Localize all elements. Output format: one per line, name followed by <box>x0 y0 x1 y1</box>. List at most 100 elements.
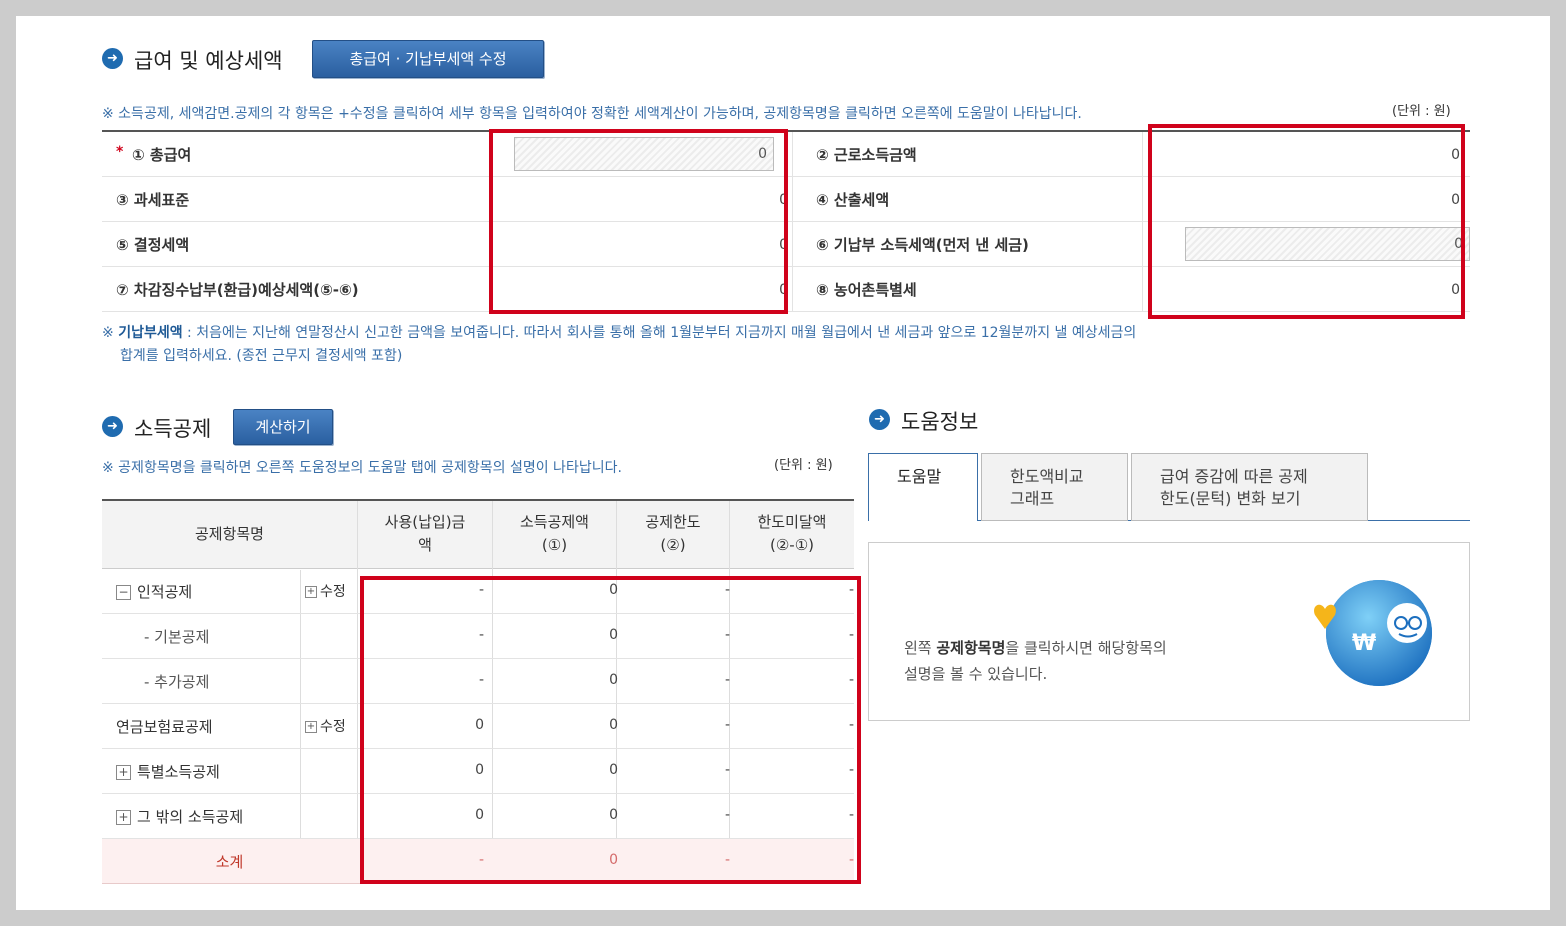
page: ➜ 급여 및 예상세액 총급여 · 기납부세액 수정 ※ 소득공제, 세액감면.… <box>16 16 1550 910</box>
prepaid-tax-label[interactable]: ⑥ 기납부 소득세액(먼저 낸 세금) <box>816 234 1029 255</box>
col-header-under: 한도미달액 (②-①) <box>730 511 854 557</box>
col-header-name: 공제항목명 <box>194 525 264 543</box>
amount-value: 0 <box>609 717 618 733</box>
col-header-used: 사용(납입)금 액 <box>358 511 492 557</box>
deduction-note: ※ 공제항목명을 클릭하면 오른쪽 도움정보의 도움말 탭에 공제항목의 설명이… <box>102 460 622 476</box>
amount-value: 0 <box>609 627 618 643</box>
deduction-item-personal[interactable]: − 인적공제 <box>116 581 192 602</box>
subtotal-label: 소계 <box>215 853 244 871</box>
determined-tax-value: 0 <box>779 237 788 253</box>
under-value: - <box>848 582 854 598</box>
deduction-item-pension[interactable]: 연금보험료공제 <box>116 716 213 737</box>
salary-note: ※ 소득공제, 세액감면.공제의 각 항목은 +수정을 클릭하여 세부 항목을 … <box>102 106 1082 122</box>
amount-value: 0 <box>609 582 618 598</box>
help-text-pre: 왼쪽 <box>904 639 937 657</box>
earned-income-label[interactable]: ② 근로소득금액 <box>816 144 917 165</box>
help-text-post: 을 클릭하시면 해당항목의 <box>1005 639 1167 657</box>
salary-section-title: 급여 및 예상세액 <box>134 49 283 73</box>
prepaid-footnote-line2: 합계를 입력하세요. (종전 근무지 결정세액 포함) <box>120 348 403 364</box>
subtotal-row: 소계 - 0 - - <box>102 839 854 884</box>
col-header-used-line2: 액 <box>418 536 432 554</box>
edit-personal-link[interactable]: + 수정 <box>305 581 346 601</box>
earned-income-value: 0 <box>1451 147 1460 163</box>
under-value: - <box>848 627 854 643</box>
amount-value: 0 <box>609 762 618 778</box>
coin-symbol: ₩ <box>1352 631 1376 656</box>
limit-value: - <box>724 762 730 778</box>
amount-value: 0 <box>609 807 618 823</box>
edit-label: 수정 <box>320 584 346 600</box>
coin-mascot-icon: ₩ <box>1307 579 1437 689</box>
subtotal-used: - <box>478 852 484 868</box>
collapse-icon[interactable]: − <box>116 585 131 600</box>
expand-icon[interactable]: + <box>116 810 131 825</box>
required-mark: * <box>116 144 124 160</box>
salary-row: ⑤ 결정세액 0 ⑥ 기납부 소득세액(먼저 낸 세금) 0 <box>102 222 1470 267</box>
computed-tax-label[interactable]: ④ 산출세액 <box>816 189 889 210</box>
help-text-bold: 공제항목명 <box>936 639 1006 657</box>
footnote-line1: : 처음에는 지난해 연말정산시 신고한 금액을 보여줍니다. 따라서 회사를 … <box>182 325 1137 341</box>
edit-label: 수정 <box>320 719 346 735</box>
col-header-used-line1: 사용(납입)금 <box>384 513 466 531</box>
tax-base-value: 0 <box>779 192 788 208</box>
used-value: 0 <box>475 762 484 778</box>
salary-unit: (단위 : 원) <box>1392 104 1451 119</box>
table-row: − 인적공제 + 수정 - 0 - - <box>102 569 854 614</box>
deduction-item-additional[interactable]: - 추가공제 <box>144 671 209 692</box>
table-row: + 특별소득공제 0 0 - - <box>102 749 854 794</box>
used-value: 0 <box>475 807 484 823</box>
expected-tax-label[interactable]: ⑦ 차감징수납부(환급)예상세액(⑤-⑥) <box>116 279 359 300</box>
deduction-item-label: 인적공제 <box>137 583 193 601</box>
tax-base-label[interactable]: ③ 과세표준 <box>116 189 189 210</box>
col-header-limit-line1: 공제한도 <box>645 513 701 531</box>
limit-value: - <box>724 672 730 688</box>
calculate-button[interactable]: 계산하기 <box>233 409 333 445</box>
deduction-table-header: 공제항목명 사용(납입)금 액 소득공제액 (①) 공제한도 (②) 한도미달액… <box>102 499 854 569</box>
plus-box-icon: + <box>305 721 317 733</box>
under-value: - <box>848 717 854 733</box>
prepaid-footnote: ※ 기납부세액 : 처음에는 지난해 연말정산시 신고한 금액을 보여줍니다. … <box>102 322 1136 342</box>
table-row: - 기본공제 - 0 - - <box>102 614 854 659</box>
limit-value: - <box>724 717 730 733</box>
rural-special-tax-label[interactable]: ⑧ 농어촌특별세 <box>816 279 917 300</box>
tab-limit-graph[interactable]: 한도액비교 그래프 <box>981 453 1128 521</box>
deduction-item-other[interactable]: + 그 밖의 소득공제 <box>116 806 243 827</box>
subtotal-limit: - <box>724 852 730 868</box>
section-arrow-icon: ➜ <box>869 409 890 430</box>
used-value: - <box>478 627 484 643</box>
expected-tax-value: 0 <box>779 282 788 298</box>
footnote-mark: ※ <box>102 325 114 341</box>
tab-help-label: 도움말 <box>897 467 942 486</box>
tab-threshold-change[interactable]: 급여 증감에 따른 공제 한도(문턱) 변화 보기 <box>1131 453 1368 521</box>
subtotal-under: - <box>848 852 854 868</box>
deduction-item-basic[interactable]: - 기본공제 <box>144 626 209 647</box>
col-header-limit-line2: (②) <box>660 536 686 554</box>
col-header-amount-line1: 소득공제액 <box>519 513 589 531</box>
determined-tax-label[interactable]: ⑤ 결정세액 <box>116 234 189 255</box>
help-panel: 왼쪽 공제항목명을 클릭하시면 해당항목의 설명을 볼 수 있습니다. ₩ <box>868 542 1470 721</box>
used-value: - <box>478 582 484 598</box>
under-value: - <box>848 672 854 688</box>
used-value: - <box>478 672 484 688</box>
tab-help[interactable]: 도움말 <box>868 453 978 521</box>
edit-salary-button[interactable]: 총급여 · 기납부세액 수정 <box>312 40 544 78</box>
under-value: - <box>848 807 854 823</box>
edit-pension-link[interactable]: + 수정 <box>305 716 346 736</box>
footnote-bold: 기납부세액 <box>118 325 183 341</box>
deduction-item-special[interactable]: + 특별소득공제 <box>116 761 220 782</box>
rural-special-tax-value: 0 <box>1451 282 1460 298</box>
prepaid-tax-field: 0 <box>1185 227 1470 261</box>
amount-value: 0 <box>609 672 618 688</box>
col-header-limit: 공제한도 (②) <box>617 511 729 557</box>
total-salary-label[interactable]: ① 총급여 <box>132 144 191 165</box>
help-section-title: 도움정보 <box>901 410 979 434</box>
deduction-unit: (단위 : 원) <box>774 458 833 473</box>
col-header-amount: 소득공제액 (①) <box>493 511 616 557</box>
total-salary-field: 0 <box>514 137 774 171</box>
expand-icon[interactable]: + <box>116 765 131 780</box>
section-arrow-icon: ➜ <box>102 416 123 437</box>
table-row: 연금보험료공제 + 수정 0 0 - - <box>102 704 854 749</box>
computed-tax-value: 0 <box>1451 192 1460 208</box>
plus-box-icon: + <box>305 586 317 598</box>
section-arrow-icon: ➜ <box>102 48 123 69</box>
